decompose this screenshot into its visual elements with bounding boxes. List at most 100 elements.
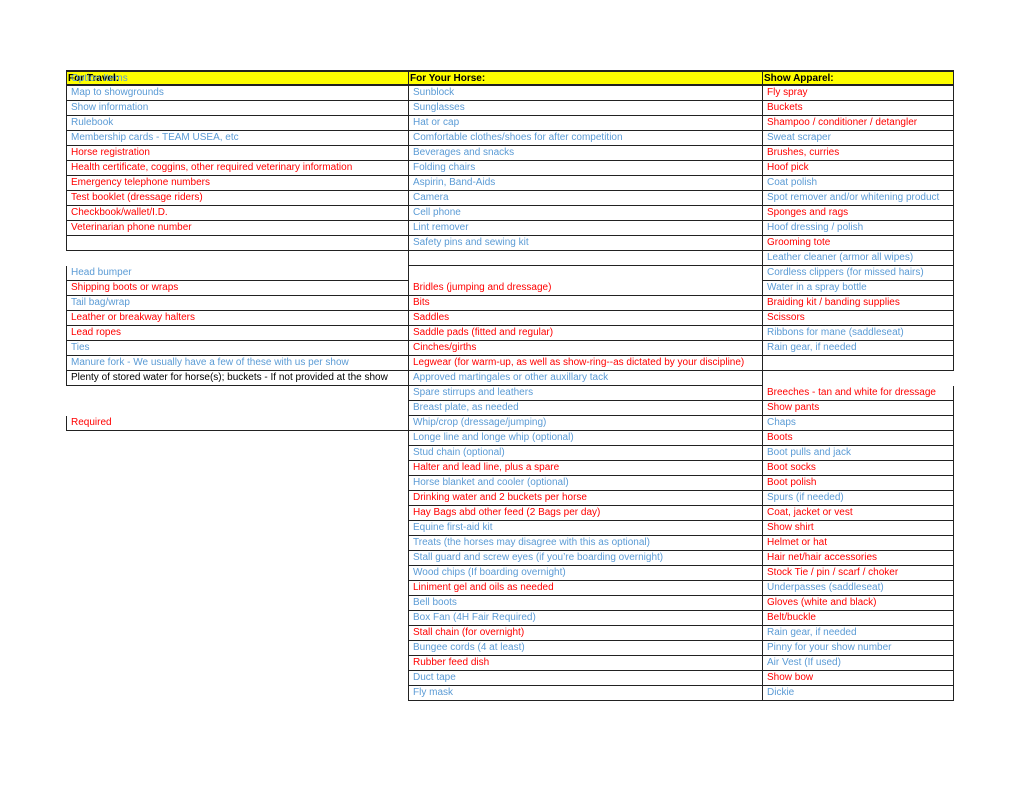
checklist-item: Stall guard and screw eyes (if you’re bo… xyxy=(408,551,763,566)
checklist-item: Bell boots xyxy=(408,596,763,611)
checklist-item: Brushes, curries xyxy=(762,146,954,161)
checklist-item: Box Fan (4H Fair Required) xyxy=(408,611,763,626)
section-header: Show Apparel: xyxy=(762,70,954,86)
checklist-item: Air Vest (If used) xyxy=(762,656,954,671)
checklist-item: Safety pins and sewing kit xyxy=(408,236,763,251)
checklist-item: Hat or cap xyxy=(408,116,763,131)
checklist-item: Manure fork - We usually have a few of t… xyxy=(66,356,409,371)
checklist-item: Membership cards - TEAM USEA, etc xyxy=(66,131,409,146)
checklist-item: Stall chain (for overnight) xyxy=(408,626,763,641)
checklist-item: Sweat scraper xyxy=(762,131,954,146)
checklist-item: Fly mask xyxy=(408,686,763,701)
checklist-item: Saddles xyxy=(408,311,763,326)
checklist-item: Duct tape xyxy=(408,671,763,686)
checklist-item: Sunblock xyxy=(408,86,763,101)
checklist-item: Cell phone xyxy=(408,206,763,221)
checklist-item: Belt/buckle xyxy=(762,611,954,626)
checklist-item: Sunglasses xyxy=(408,101,763,116)
checklist-item: Sponges and rags xyxy=(762,206,954,221)
checklist-item: Bungee cords (4 at least) xyxy=(408,641,763,656)
checklist-item: Grooming tote xyxy=(762,236,954,251)
checklist-item: Halter and lead line, plus a spare xyxy=(408,461,763,476)
checklist-item: Shampoo / conditioner / detangler xyxy=(762,116,954,131)
checklist-item: Coat polish xyxy=(762,176,954,191)
empty-cell xyxy=(762,356,954,371)
checklist-item: Liniment gel and oils as needed xyxy=(408,581,763,596)
checklist-item: Legwear (for warm-up, as well as show-ri… xyxy=(408,356,763,371)
checklist-item: Spare stirrups and leathers xyxy=(408,386,763,401)
checklist-item: Show pants xyxy=(762,401,954,416)
checklist-item: Shipping boots or wraps xyxy=(66,281,409,296)
checklist-item: Approved martingales or other auxillary … xyxy=(408,371,763,386)
checklist-item: Gloves (white and black) xyxy=(762,596,954,611)
empty-cell xyxy=(66,236,409,251)
checklist-item: Boot polish xyxy=(762,476,954,491)
checklist-item: Ties xyxy=(66,341,409,356)
checklist-item: Boot pulls and jack xyxy=(762,446,954,461)
checklist-item: Folding chairs xyxy=(408,161,763,176)
checklist-item: Health certificate, coggins, other requi… xyxy=(66,161,409,176)
checklist-item: Saddle pads (fitted and regular) xyxy=(408,326,763,341)
checklist-item: Boot socks xyxy=(762,461,954,476)
checklist-item: Lint remover xyxy=(408,221,763,236)
checklist-item: Pinny for your show number xyxy=(762,641,954,656)
checklist-item: Plenty of stored water for horse(s); buc… xyxy=(66,371,409,386)
checklist-item: Boots xyxy=(762,431,954,446)
checklist-item: Rulebook xyxy=(66,116,409,131)
checklist-item: Rain gear, if needed xyxy=(762,626,954,641)
checklist-item: Leather or breakway halters xyxy=(66,311,409,326)
checklist-item: Drinking water and 2 buckets per horse xyxy=(408,491,763,506)
checklist-item: Rain gear, if needed xyxy=(762,341,954,356)
checklist-item: Hay Bags abd other feed (2 Bags per day) xyxy=(408,506,763,521)
checklist-item: Braiding kit / banding supplies xyxy=(762,296,954,311)
checklist-item: Scissors xyxy=(762,311,954,326)
checklist-item: Chaps xyxy=(762,416,954,431)
checklist-item: Horse registration xyxy=(66,146,409,161)
checklist-item: Checkbook/wallet/I.D. xyxy=(66,206,409,221)
checklist-item: Breast plate, as needed xyxy=(408,401,763,416)
empty-cell xyxy=(408,251,763,266)
checklist-item: Tail bag/wrap xyxy=(66,296,409,311)
checklist-item: Hoof dressing / polish xyxy=(762,221,954,236)
section-header: For Your Horse: xyxy=(408,70,763,86)
checklist-item: Stock Tie / pin / scarf / choker xyxy=(762,566,954,581)
checklist-item: Coat, jacket or vest xyxy=(762,506,954,521)
checklist-item: Bridles (jumping and dressage) xyxy=(408,281,763,296)
checklist-item: Test booklet (dressage riders) xyxy=(66,191,409,206)
checklist-item: Hoof pick xyxy=(762,161,954,176)
checklist-item: Map to showgrounds xyxy=(66,86,409,101)
checklist-item: Whip/crop (dressage/jumping) xyxy=(408,416,763,431)
checklist-item: Treats (the horses may disagree with thi… xyxy=(408,536,763,551)
checklist-item: Underpasses (saddleseat) xyxy=(762,581,954,596)
checklist-item: Stud chain (optional) xyxy=(408,446,763,461)
checklist-item: Buckets xyxy=(762,101,954,116)
checklist-item: Show bow xyxy=(762,671,954,686)
checklist-item: Beverages and snacks xyxy=(408,146,763,161)
checklist-item: Hair net/hair accessories xyxy=(762,551,954,566)
checklist-item: Breeches - tan and white for dressage xyxy=(762,386,954,401)
checklist-item: Horse blanket and cooler (optional) xyxy=(408,476,763,491)
checklist-item: Lead ropes xyxy=(66,326,409,341)
checklist-item: Spurs (if needed) xyxy=(762,491,954,506)
checklist-item: Comfortable clothes/shoes for after comp… xyxy=(408,131,763,146)
checklist-item: Spot remover and/or whitening product xyxy=(762,191,954,206)
empty-cell xyxy=(66,386,409,401)
checklist-item: Cinches/girths xyxy=(408,341,763,356)
checklist-item: Longe line and longe whip (optional) xyxy=(408,431,763,446)
checklist-item: Head bumper xyxy=(66,266,409,281)
checklist-item: Water in a spray bottle xyxy=(762,281,954,296)
checklist-item: Aspirin, Band-Aids xyxy=(408,176,763,191)
checklist-item: Bits xyxy=(408,296,763,311)
checklist-item: Ribbons for mane (saddleseat) xyxy=(762,326,954,341)
checklist-item: Wood chips (If boarding overnight) xyxy=(408,566,763,581)
checklist-item: Leather cleaner (armor all wipes) xyxy=(762,251,954,266)
checklist-item: Required xyxy=(66,416,409,431)
checklist-item: Helmet or hat xyxy=(762,536,954,551)
checklist-item: Emergency telephone numbers xyxy=(66,176,409,191)
checklist-item: Show shirt xyxy=(762,521,954,536)
checklist-item: Cordless clippers (for missed hairs) xyxy=(762,266,954,281)
checklist-item: Option Items xyxy=(66,70,409,86)
checklist-item: Fly spray xyxy=(762,86,954,101)
checklist-item: Equine first-aid kit xyxy=(408,521,763,536)
checklist-item: Rubber feed dish xyxy=(408,656,763,671)
